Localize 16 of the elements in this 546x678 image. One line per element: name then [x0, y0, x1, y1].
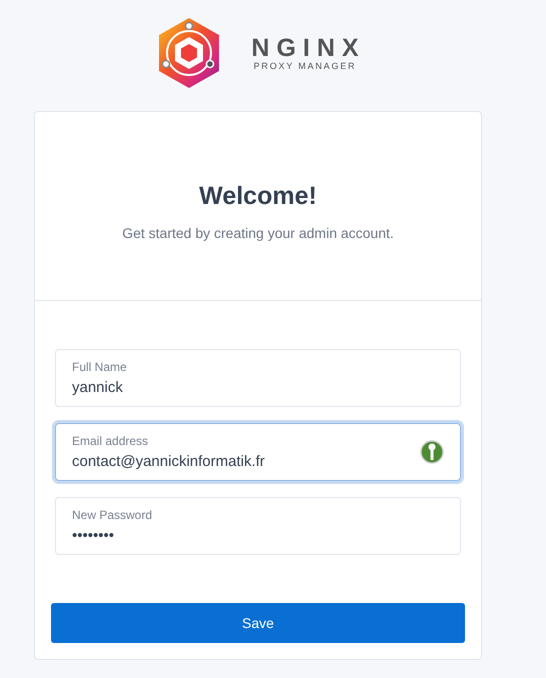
field-value: contact@yannickinformatik.fr: [72, 453, 265, 470]
logo-title: NGINX: [251, 35, 366, 61]
input-field[interactable]: Full Name yannick: [55, 349, 461, 407]
field-label: Full Name: [72, 360, 127, 374]
welcome-title: Welcome!: [199, 182, 317, 210]
logo-subtitle: PROXY MANAGER: [254, 61, 356, 71]
field-label: New Password: [72, 508, 152, 522]
field-label: Email address: [72, 434, 150, 448]
hexagon-logo-icon: [157, 17, 222, 89]
key-icon[interactable]: [420, 440, 444, 464]
field-value: ••••••••: [72, 527, 116, 544]
field-value: yannick: [72, 379, 124, 396]
input-field[interactable]: New Password ••••••••: [55, 497, 461, 555]
welcome-subtitle: Get started by creating your admin account.: [122, 224, 394, 240]
input-field[interactable]: Email address contact@yannickinformatik.fr: [55, 423, 461, 481]
save-button[interactable]: Save: [51, 603, 465, 643]
